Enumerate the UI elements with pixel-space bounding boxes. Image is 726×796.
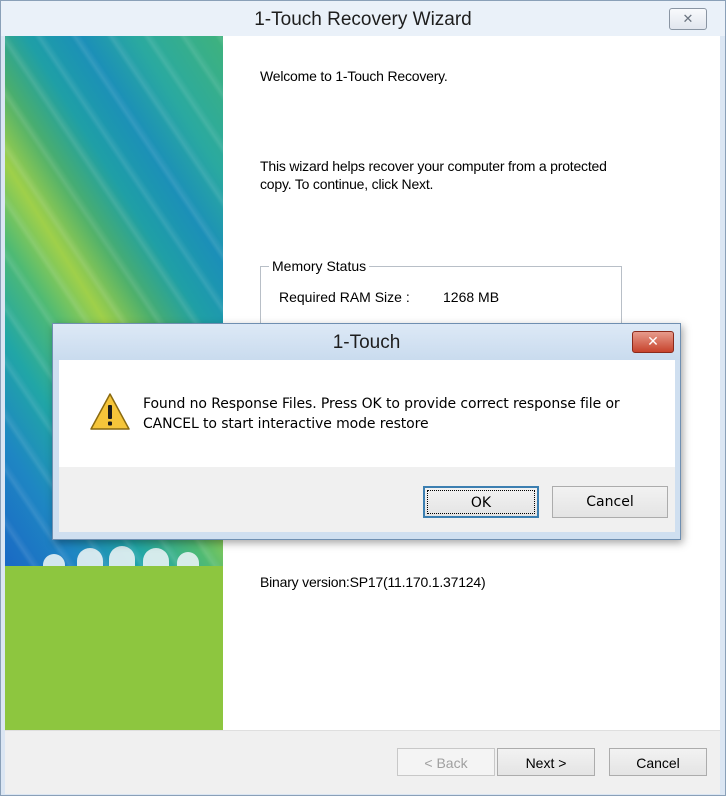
dialog-message: Found no Response Files. Press OK to pro… <box>143 394 663 434</box>
close-icon: ✕ <box>682 11 694 26</box>
banner-green-block <box>5 566 223 730</box>
wizard-title: 1-Touch Recovery Wizard <box>254 9 472 30</box>
dialog-title: 1-Touch <box>332 332 401 353</box>
back-button[interactable]: < Back <box>397 748 495 776</box>
required-ram-row: Required RAM Size : 1268 MB <box>279 289 499 305</box>
dialog-body: Found no Response Files. Press OK to pro… <box>59 360 675 467</box>
welcome-text: Welcome to 1-Touch Recovery. <box>260 68 448 84</box>
ok-button[interactable]: OK <box>423 486 539 518</box>
wizard-close-button[interactable]: ✕ <box>669 8 707 30</box>
memory-status-group: Memory Status Required RAM Size : 1268 M… <box>260 258 622 327</box>
dialog-message-line-1: Found no Response Files. Press OK to pro… <box>143 396 620 412</box>
wizard-title-bar: 1-Touch Recovery Wizard ✕ <box>1 1 725 36</box>
required-ram-label: Required RAM Size : <box>279 289 410 305</box>
help-text-line-2: copy. To continue, click Next. <box>260 176 434 192</box>
required-ram-value: 1268 MB <box>443 289 500 305</box>
close-icon: ✕ <box>647 333 659 349</box>
warning-icon <box>90 393 130 430</box>
response-file-dialog: 1-Touch ✕ Found no Response Files. Press… <box>52 323 681 540</box>
help-text-line-1: This wizard helps recover your computer … <box>260 158 607 174</box>
binary-version-text: Binary version:SP17(11.170.1.37124) <box>260 574 486 590</box>
banner-dots <box>5 536 223 566</box>
next-button[interactable]: Next > <box>497 748 595 776</box>
memory-status-legend: Memory Status <box>269 258 370 274</box>
dialog-cancel-button[interactable]: Cancel <box>552 486 668 518</box>
wizard-cancel-button[interactable]: Cancel <box>609 748 707 776</box>
dialog-footer: OK Cancel <box>59 467 675 532</box>
dialog-close-button[interactable]: ✕ <box>632 331 674 353</box>
wizard-footer: < Back Next > Cancel <box>5 730 720 794</box>
dialog-title-bar: 1-Touch ✕ <box>53 324 680 360</box>
dialog-message-line-2: CANCEL to start interactive mode restore <box>143 416 429 432</box>
